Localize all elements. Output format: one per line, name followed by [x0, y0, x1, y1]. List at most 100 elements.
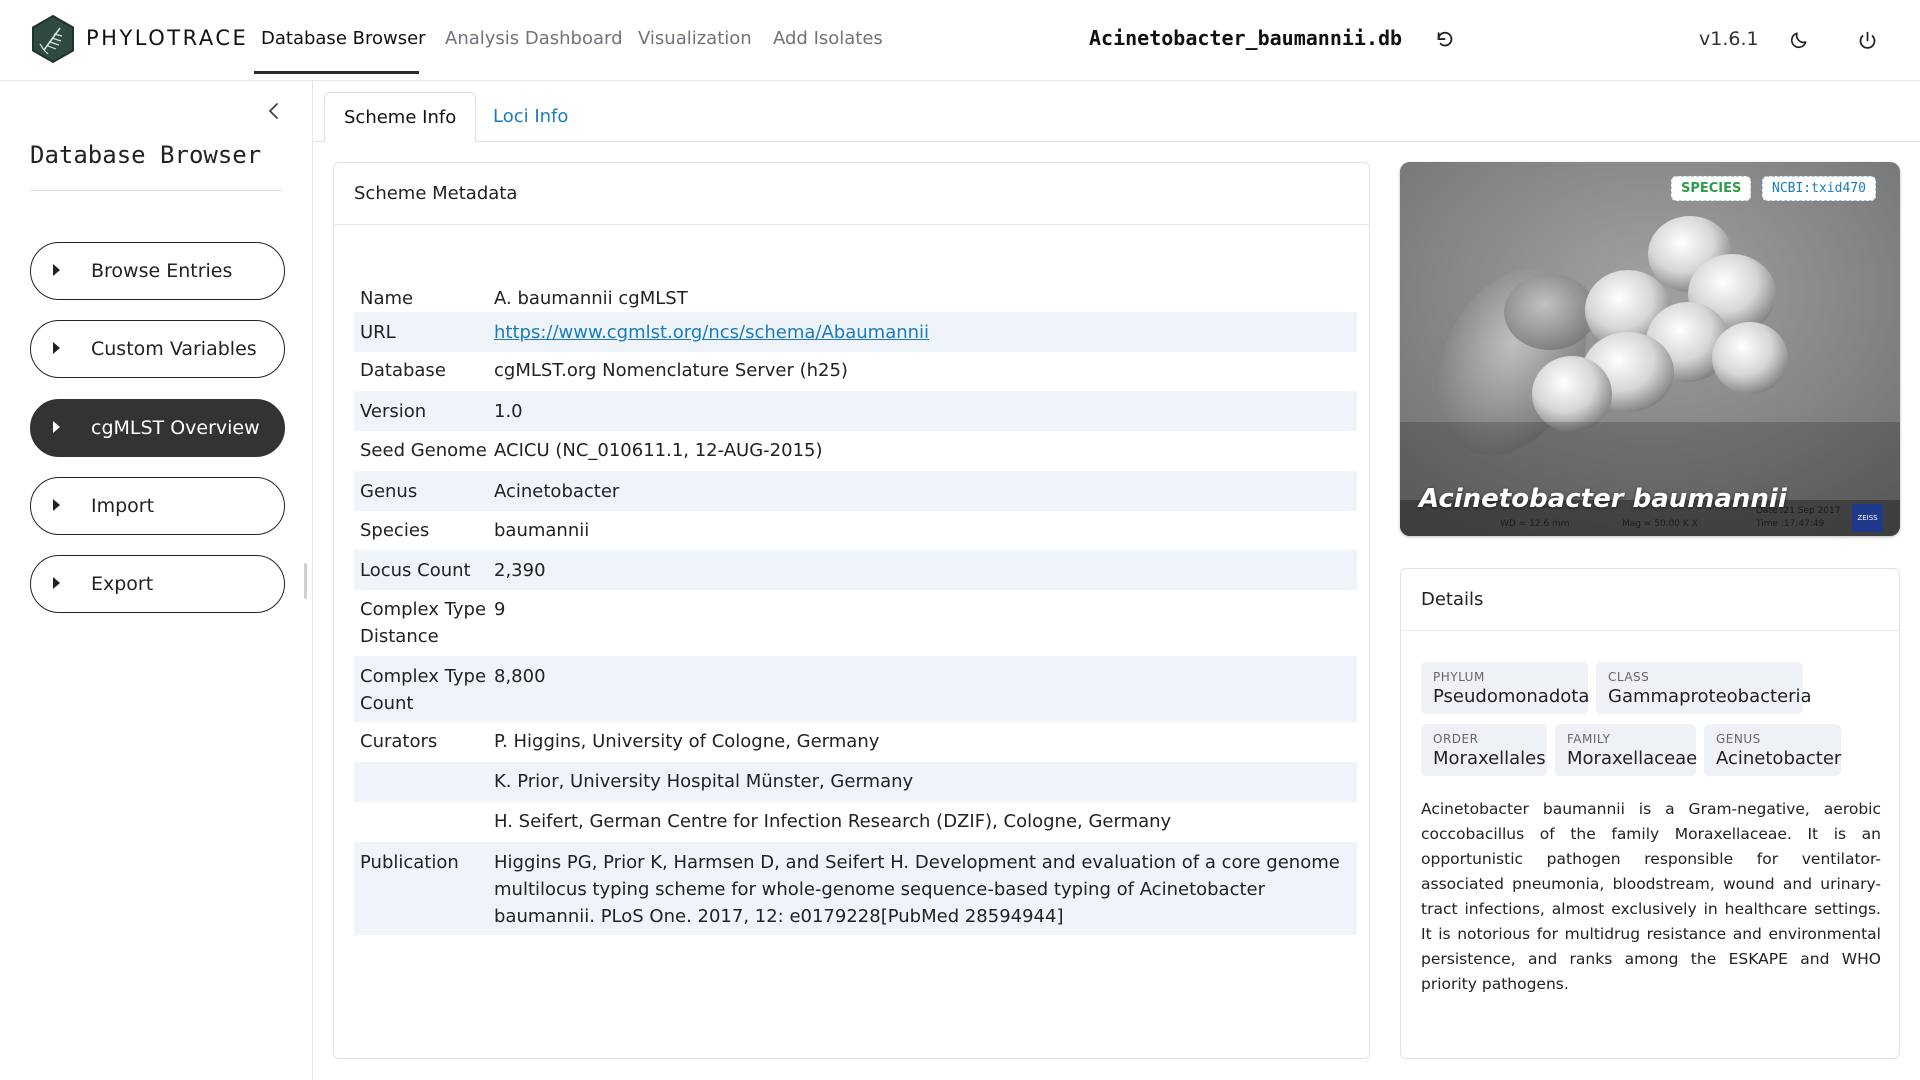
row-key: Seed Genome — [360, 440, 487, 461]
sidebar-item-cgmlst-overview[interactable]: cgMLST Overview — [30, 399, 285, 457]
scheme-url-link[interactable]: https://www.cgmlst.org/ncs/schema/Abauma… — [494, 322, 929, 343]
theme-toggle-button[interactable] — [1784, 25, 1814, 55]
species-image-card: SPECIES NCBI:txid470 WD = 12.6 mm Mag = … — [1400, 162, 1900, 536]
row-key: Locus Count — [360, 560, 471, 581]
species-badge: SPECIES — [1671, 176, 1752, 201]
taxonomy-chip-order: ORDER Moraxellales — [1421, 724, 1547, 776]
sem-micrograph-image — [1400, 162, 1900, 536]
power-button[interactable] — [1852, 25, 1882, 55]
table-row: Genus Acinetobacter — [354, 471, 1357, 511]
row-key: Curators — [360, 731, 438, 752]
taxonomy-chip-class: CLASS Gammaproteobacteria — [1596, 662, 1812, 714]
row-key: Version — [360, 401, 427, 422]
nav-visualization[interactable]: Visualization — [638, 28, 752, 49]
database-name: Acinetobacter_baumannii.db — [1089, 26, 1403, 50]
tab-scheme-info[interactable]: Scheme Info — [324, 92, 477, 142]
row-value: Higgins PG, Prior K, Harmsen D, and Seif… — [494, 852, 1340, 927]
table-row: K. Prior, University Hospital Münster, G… — [354, 762, 1357, 802]
ncbi-taxid-badge[interactable]: NCBI:txid470 — [1762, 176, 1876, 201]
sidebar-item-label: Import — [91, 495, 155, 517]
row-value: H. Seifert, German Centre for Infection … — [494, 811, 1172, 832]
nav-database-browser[interactable]: Database Browser — [261, 28, 426, 49]
moon-icon — [1790, 32, 1807, 49]
row-value: Acinetobacter — [494, 481, 620, 502]
row-key: Species — [360, 520, 430, 541]
taxonomy-label: FAMILY — [1567, 732, 1611, 746]
caret-right-icon — [53, 264, 60, 276]
table-row: Publication Higgins PG, Prior K, Harmsen… — [354, 842, 1357, 935]
species-description: Acinetobacter baumannii is a Gram-negati… — [1421, 800, 1881, 993]
sidebar-resize-handle[interactable] — [304, 563, 307, 599]
card-title: Scheme Metadata — [354, 183, 518, 204]
nav-add-isolates[interactable]: Add Isolates — [773, 28, 883, 49]
sidebar-item-label: Browse Entries — [91, 260, 233, 282]
row-value: 9 — [494, 599, 506, 620]
phylotrace-logo-icon[interactable] — [30, 14, 76, 64]
card-title: Details — [1421, 589, 1484, 610]
reload-icon — [1437, 31, 1453, 47]
tab-loci-info[interactable]: Loci Info — [474, 92, 587, 142]
sidebar-item-label: Export — [91, 573, 154, 595]
sem-time: Time :17:47:49 — [1756, 519, 1825, 529]
row-value: K. Prior, University Hospital Münster, G… — [494, 771, 914, 792]
table-row: Species baumannii — [354, 511, 1357, 551]
nav-active-indicator — [254, 71, 419, 74]
sidebar: Database Browser Browse Entries Custom V… — [0, 81, 313, 1080]
table-row: Seed Genome ACICU (NC_010611.1, 12-AUG-2… — [354, 431, 1357, 471]
taxonomy-value: Pseudomonadota — [1433, 686, 1590, 707]
nav-analysis-dashboard[interactable]: Analysis Dashboard — [445, 28, 623, 49]
taxonomy-value: Moraxellales — [1433, 748, 1546, 769]
row-value: cgMLST.org Nomenclature Server (h25) — [494, 360, 848, 381]
url-link-cell: https://www.cgmlst.org/ncs/schema/Abauma… — [494, 319, 1344, 346]
sidebar-item-custom-variables[interactable]: Custom Variables — [30, 320, 285, 378]
taxonomy-chip-phylum: PHYLUM Pseudomonadota — [1421, 662, 1590, 714]
row-key: Genus — [360, 481, 418, 502]
taxonomy-label: CLASS — [1608, 670, 1650, 684]
sidebar-divider — [30, 190, 282, 191]
row-value: 8,800 — [494, 666, 546, 687]
row-key: Complex Type Count — [360, 666, 487, 714]
sidebar-item-export[interactable]: Export — [30, 555, 285, 613]
row-key: Complex Type Distance — [360, 599, 487, 647]
card-header: Scheme Metadata — [334, 163, 1369, 225]
table-row: URL https://www.cgmlst.org/ncs/schema/Ab… — [354, 312, 1357, 352]
caret-right-icon — [53, 499, 60, 511]
app-version: v1.6.1 — [1699, 28, 1759, 50]
row-value: 1.0 — [494, 401, 523, 422]
row-value: ACICU (NC_010611.1, 12-AUG-2015) — [494, 440, 823, 461]
scheme-metadata-card: Scheme Metadata Name A. baumannii cgMLST… — [333, 162, 1370, 1059]
sidebar-item-browse-entries[interactable]: Browse Entries — [30, 242, 285, 300]
top-navbar: PHYLOTRACE Database Browser Analysis Das… — [0, 0, 1920, 81]
chevron-left-icon[interactable] — [262, 99, 286, 123]
reload-button[interactable] — [1430, 25, 1460, 55]
taxonomy-label: ORDER — [1433, 732, 1479, 746]
row-value: baumannii — [494, 520, 590, 541]
taxonomy-label: GENUS — [1716, 732, 1761, 746]
row-key: URL — [360, 322, 396, 343]
species-caption: Acinetobacter baumannii — [1419, 484, 1787, 514]
table-row: H. Seifert, German Centre for Infection … — [354, 802, 1357, 842]
table-row: Database cgMLST.org Nomenclature Server … — [354, 352, 1357, 392]
taxonomy-value: Moraxellaceae — [1567, 748, 1698, 769]
card-header: Details — [1401, 569, 1899, 631]
row-key: Name — [360, 288, 414, 309]
row-value: 2,390 — [494, 560, 546, 581]
sidebar-item-import[interactable]: Import — [30, 477, 285, 535]
row-value: A. baumannii cgMLST — [494, 288, 688, 309]
sidebar-title: Database Browser — [30, 141, 262, 169]
table-row: Complex Type Distance 9 — [354, 590, 1357, 656]
sem-magnification: Mag = 50.00 K X — [1622, 519, 1698, 529]
table-row: Version 1.0 — [354, 391, 1357, 431]
sem-working-distance: WD = 12.6 mm — [1500, 519, 1570, 529]
taxonomy-value: Gammaproteobacteria — [1608, 686, 1812, 707]
zeiss-logo: ZEISS — [1852, 504, 1883, 532]
caret-right-icon — [53, 577, 60, 589]
table-row: Curators P. Higgins, University of Colog… — [354, 722, 1357, 762]
table-row: Locus Count 2,390 — [354, 550, 1357, 590]
caret-right-icon — [53, 421, 60, 433]
sidebar-item-label: Custom Variables — [91, 338, 257, 360]
taxonomy-chip-genus: GENUS Acinetobacter — [1704, 724, 1841, 776]
table-row: Complex Type Count 8,800 — [354, 656, 1357, 722]
taxonomy-value: Acinetobacter — [1716, 748, 1842, 769]
power-icon — [1859, 31, 1875, 49]
